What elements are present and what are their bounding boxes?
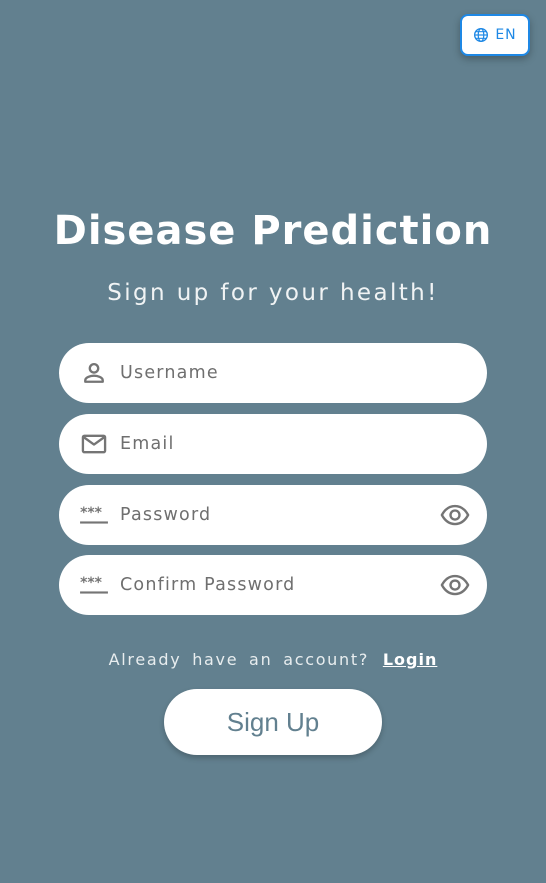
- page-title: Disease Prediction: [53, 208, 493, 254]
- password-input[interactable]: [120, 500, 439, 530]
- email-field[interactable]: [59, 414, 487, 474]
- confirm-password-field[interactable]: ***: [59, 555, 487, 615]
- svg-text:***: ***: [80, 575, 102, 591]
- page-subtitle: Sign up for your health!: [107, 280, 439, 306]
- person-icon: [79, 358, 109, 388]
- login-link[interactable]: Login: [383, 650, 438, 669]
- mail-icon: [79, 429, 109, 459]
- confirm-password-input[interactable]: [120, 570, 439, 600]
- password-field[interactable]: ***: [59, 485, 487, 545]
- language-toggle-button[interactable]: EN: [460, 14, 530, 56]
- sign-up-button[interactable]: Sign Up: [164, 689, 382, 755]
- language-label: EN: [495, 27, 517, 43]
- email-input[interactable]: [120, 429, 471, 459]
- show-password-eye-icon[interactable]: [439, 499, 471, 531]
- password-icon: ***: [79, 570, 109, 600]
- globe-icon: [473, 27, 489, 43]
- username-field[interactable]: [59, 343, 487, 403]
- svg-text:***: ***: [80, 505, 102, 521]
- password-icon: ***: [79, 500, 109, 530]
- login-prompt-text: Already have an account?: [108, 650, 370, 669]
- login-prompt: Already have an account? Login: [0, 648, 546, 672]
- show-confirm-password-eye-icon[interactable]: [439, 569, 471, 601]
- username-input[interactable]: [120, 358, 471, 388]
